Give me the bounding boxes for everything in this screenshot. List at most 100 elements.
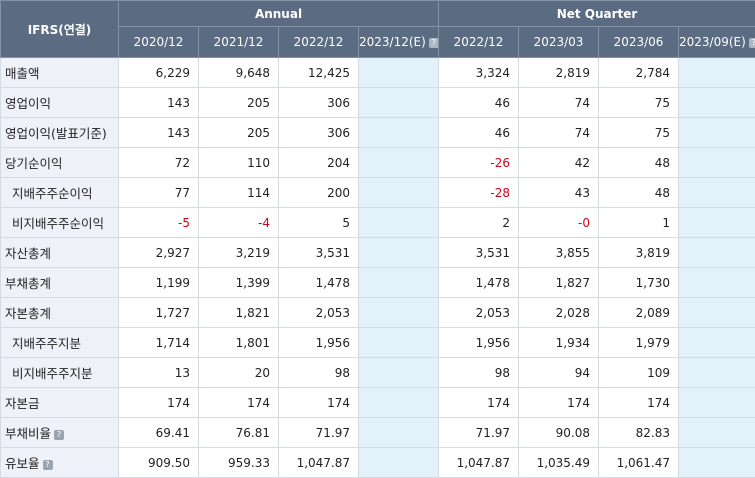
- value-cell: 48: [599, 148, 679, 178]
- value-cell: 3,219: [199, 238, 279, 268]
- row-label-cell: 매출액: [1, 58, 119, 88]
- period-header-estimate: 2023/09(E)?: [679, 27, 755, 58]
- row-label: 자본금: [5, 396, 40, 411]
- value-cell: 205: [199, 118, 279, 148]
- table-row: 유보율?909.50959.331,047.871,047.871,035.49…: [1, 448, 755, 478]
- estimate-value-cell: [359, 358, 439, 388]
- value-cell: 1,827: [519, 268, 599, 298]
- value-cell: 94: [519, 358, 599, 388]
- annual-group-header[interactable]: Annual: [119, 1, 439, 27]
- estimate-value-cell: [679, 178, 755, 208]
- value-cell: 110: [199, 148, 279, 178]
- value-cell: 13: [119, 358, 199, 388]
- value-cell: 1,047.87: [439, 448, 519, 478]
- value-cell: 76.81: [199, 418, 279, 448]
- estimate-value-cell: [359, 178, 439, 208]
- value-cell: 174: [439, 388, 519, 418]
- value-cell: 2,089: [599, 298, 679, 328]
- value-cell: 174: [599, 388, 679, 418]
- estimate-value-cell: [359, 268, 439, 298]
- estimate-value-cell: [679, 298, 755, 328]
- value-cell: -5: [119, 208, 199, 238]
- help-icon[interactable]: ?: [749, 38, 755, 48]
- table-row: 영업이익143205306467475: [1, 88, 755, 118]
- estimate-value-cell: [679, 388, 755, 418]
- help-icon[interactable]: ?: [43, 460, 53, 470]
- help-icon[interactable]: ?: [429, 38, 439, 48]
- value-cell: 77: [119, 178, 199, 208]
- row-label: 비지배주주지분: [12, 366, 93, 381]
- value-cell: 2,053: [279, 298, 359, 328]
- financial-summary-table: IFRS(연결) Annual Net Quarter 2020/12 2021…: [0, 0, 755, 478]
- value-cell: 200: [279, 178, 359, 208]
- value-cell: -0: [519, 208, 599, 238]
- value-cell: 74: [519, 88, 599, 118]
- row-label: 영업이익(발표기준): [5, 126, 107, 141]
- value-cell: 174: [199, 388, 279, 418]
- estimate-value-cell: [359, 58, 439, 88]
- estimate-value-cell: [359, 328, 439, 358]
- estimate-value-cell: [679, 148, 755, 178]
- value-cell: 72: [119, 148, 199, 178]
- value-cell: 69.41: [119, 418, 199, 448]
- estimate-value-cell: [359, 88, 439, 118]
- value-cell: 75: [599, 118, 679, 148]
- value-cell: 6,229: [119, 58, 199, 88]
- period-header-estimate: 2023/12(E)?: [359, 27, 439, 58]
- value-cell: 205: [199, 88, 279, 118]
- value-cell: 1,956: [279, 328, 359, 358]
- value-cell: 1,399: [199, 268, 279, 298]
- value-cell: 1,047.87: [279, 448, 359, 478]
- value-cell: 1,478: [439, 268, 519, 298]
- estimate-value-cell: [679, 268, 755, 298]
- table-body: 매출액6,2299,64812,4253,3242,8192,784영업이익14…: [1, 58, 755, 478]
- value-cell: 1,035.49: [519, 448, 599, 478]
- value-cell: 1,727: [119, 298, 199, 328]
- value-cell: 46: [439, 118, 519, 148]
- period-header-label: 2023/12(E): [359, 35, 426, 49]
- value-cell: -28: [439, 178, 519, 208]
- row-label: 자본총계: [5, 306, 51, 321]
- estimate-value-cell: [679, 448, 755, 478]
- value-cell: 2,053: [439, 298, 519, 328]
- quarter-group-header[interactable]: Net Quarter: [439, 1, 755, 27]
- value-cell: 174: [279, 388, 359, 418]
- value-cell: 46: [439, 88, 519, 118]
- table-row: 비지배주주지분1320989894109: [1, 358, 755, 388]
- row-label-cell[interactable]: 부채비율?: [1, 418, 119, 448]
- value-cell: 42: [519, 148, 599, 178]
- value-cell: 98: [279, 358, 359, 388]
- value-cell: 1,979: [599, 328, 679, 358]
- period-header: 2023/06: [599, 27, 679, 58]
- table-row: 부채비율?69.4176.8171.9771.9790.0882.83: [1, 418, 755, 448]
- row-label-cell: 비지배주주순이익: [1, 208, 119, 238]
- value-cell: 174: [519, 388, 599, 418]
- value-cell: 74: [519, 118, 599, 148]
- value-cell: 143: [119, 118, 199, 148]
- table-row: 자산총계2,9273,2193,5313,5313,8553,819: [1, 238, 755, 268]
- value-cell: 3,819: [599, 238, 679, 268]
- value-cell: 90.08: [519, 418, 599, 448]
- row-label: 부채총계: [5, 276, 51, 291]
- table-row: 자본총계1,7271,8212,0532,0532,0282,089: [1, 298, 755, 328]
- value-cell: -4: [199, 208, 279, 238]
- value-cell: 82.83: [599, 418, 679, 448]
- estimate-value-cell: [679, 208, 755, 238]
- table-row: 비지배주주순이익-5-452-01: [1, 208, 755, 238]
- row-label-cell: 지배주주지분: [1, 328, 119, 358]
- value-cell: 2: [439, 208, 519, 238]
- value-cell: 1,956: [439, 328, 519, 358]
- row-label-cell: 영업이익: [1, 88, 119, 118]
- value-cell: 2,784: [599, 58, 679, 88]
- value-cell: 1,478: [279, 268, 359, 298]
- value-cell: 114: [199, 178, 279, 208]
- table-row: 지배주주순이익77114200-284348: [1, 178, 755, 208]
- row-label: 매출액: [5, 66, 40, 81]
- value-cell: 20: [199, 358, 279, 388]
- help-icon[interactable]: ?: [54, 430, 64, 440]
- value-cell: 3,531: [439, 238, 519, 268]
- value-cell: 174: [119, 388, 199, 418]
- value-cell: 3,324: [439, 58, 519, 88]
- row-label-cell: 부채총계: [1, 268, 119, 298]
- row-label-cell[interactable]: 유보율?: [1, 448, 119, 478]
